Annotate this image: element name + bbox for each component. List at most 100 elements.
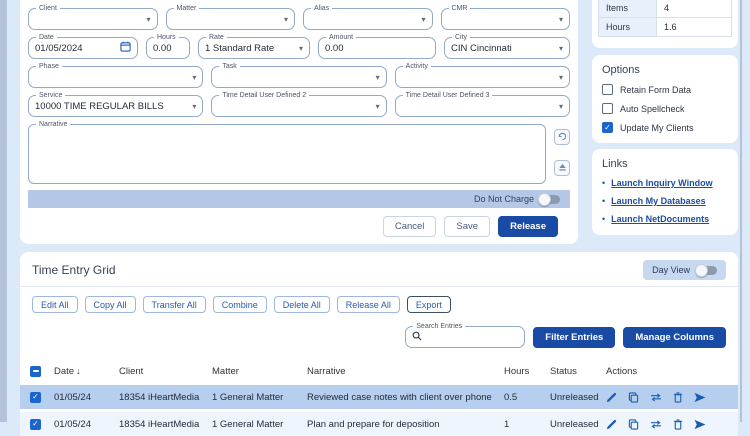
day-view-toggle[interactable] (697, 266, 717, 275)
time-entry-form: Client ▾ Matter ▾ Alias ▾ CMR ▾ Date (20, 0, 578, 244)
day-view-label: Day View (652, 265, 690, 275)
option-auto-spellcheck[interactable]: Auto Spellcheck (602, 103, 728, 114)
column-matter[interactable]: Matter (212, 366, 307, 377)
alias-label: Alias (311, 4, 332, 13)
column-actions: Actions (606, 366, 738, 377)
client-label: Client (36, 4, 60, 13)
transfer-all-button[interactable]: Transfer All (143, 296, 206, 313)
table-row[interactable]: 01/05/24 18354 iHeartMedia 1 General Mat… (20, 385, 738, 409)
hours-input[interactable] (153, 43, 183, 54)
edit-icon[interactable] (606, 392, 617, 403)
cmr-select[interactable]: CMR ▾ (441, 8, 571, 30)
udf3-select[interactable]: Time Detail User Defined 3 ▾ (395, 95, 570, 117)
narrative-input[interactable] (35, 129, 539, 181)
hours-label: Hours (154, 33, 179, 42)
calendar-icon[interactable] (120, 39, 131, 57)
select-all-checkbox[interactable] (30, 366, 41, 377)
form-row-1: Client ▾ Matter ▾ Alias ▾ CMR ▾ (28, 8, 570, 30)
amount-field[interactable]: Amount (318, 37, 436, 59)
chevron-down-icon: ▾ (417, 15, 425, 24)
upload-button[interactable] (554, 160, 570, 176)
link-launch-netdocuments[interactable]: Launch NetDocuments (611, 214, 709, 224)
matter-select[interactable]: Matter ▾ (166, 8, 296, 30)
search-input[interactable] (426, 332, 518, 343)
table-row[interactable]: 01/05/24 18354 iHeartMedia 1 General Mat… (20, 412, 738, 436)
option-label: Retain Form Data (620, 85, 691, 95)
delete-icon[interactable] (673, 392, 683, 403)
narrative-label: Narrative (36, 120, 70, 129)
save-button[interactable]: Save (444, 216, 490, 237)
city-label: City (452, 33, 470, 42)
client-select[interactable]: Client ▾ (28, 8, 158, 30)
link-launch-my-databases[interactable]: Launch My Databases (611, 196, 706, 206)
transfer-icon[interactable] (650, 420, 662, 429)
release-icon[interactable] (694, 392, 706, 403)
cell-status: Unreleased (550, 392, 606, 403)
manage-columns-button[interactable]: Manage Columns (623, 327, 726, 348)
udf2-label: Time Detail User Defined 2 (219, 91, 309, 100)
alias-select[interactable]: Alias ▾ (303, 8, 433, 30)
service-select[interactable]: Service 10000 TIME REGULAR BILLS ▾ (28, 95, 203, 117)
activity-select[interactable]: Activity ▾ (395, 66, 570, 88)
search-field[interactable]: Search Entries (405, 326, 525, 348)
amount-input[interactable] (325, 43, 429, 54)
export-button[interactable]: Export (407, 296, 451, 313)
cell-matter: 1 General Matter (212, 392, 307, 403)
narrative-field[interactable]: Narrative (28, 124, 546, 184)
column-status[interactable]: Status (550, 366, 606, 377)
combine-button[interactable]: Combine (213, 296, 267, 313)
search-label: Search Entries (413, 322, 465, 331)
release-all-button[interactable]: Release All (337, 296, 400, 313)
delete-icon[interactable] (673, 419, 683, 430)
form-actions: Cancel Save Release (28, 216, 570, 237)
chevron-down-icon: ▾ (142, 15, 150, 24)
history-button[interactable] (554, 129, 570, 145)
link-launch-inquiry-window[interactable]: Launch Inquiry Window (611, 178, 712, 188)
date-field[interactable]: Date (28, 37, 138, 59)
scrollbar[interactable] (740, 0, 742, 422)
checkbox-unchecked[interactable] (602, 84, 613, 95)
delete-all-button[interactable]: Delete All (274, 296, 330, 313)
copy-icon[interactable] (628, 392, 639, 403)
edit-all-button[interactable]: Edit All (32, 296, 78, 313)
release-icon[interactable] (694, 419, 706, 430)
link-row: • Launch My Databases (602, 196, 728, 206)
column-narrative[interactable]: Narrative (307, 366, 504, 377)
rate-select[interactable]: Rate 1 Standard Rate ▾ (198, 37, 310, 59)
filter-entries-button[interactable]: Filter Entries (533, 327, 615, 348)
upload-icon (558, 159, 567, 177)
option-update-my-clients[interactable]: Update My Clients (602, 122, 728, 133)
copy-all-button[interactable]: Copy All (85, 296, 136, 313)
edit-icon[interactable] (606, 419, 617, 430)
city-select[interactable]: City CIN Cincinnati ▾ (444, 37, 570, 59)
items-value: 4 (657, 0, 732, 18)
do-not-charge-toggle[interactable] (540, 195, 560, 204)
rate-value: 1 Standard Rate (205, 43, 295, 54)
option-retain-form-data[interactable]: Retain Form Data (602, 84, 728, 95)
chevron-down-icon: ▾ (295, 44, 303, 53)
cell-date: 01/05/24 (54, 419, 119, 430)
column-date[interactable]: Date↓ (54, 366, 119, 377)
date-input[interactable] (35, 43, 120, 54)
phase-select[interactable]: Phase ▾ (28, 66, 203, 88)
checkbox-unchecked[interactable] (602, 103, 613, 114)
row-checkbox[interactable] (30, 419, 41, 430)
udf2-select[interactable]: Time Detail User Defined 2 ▾ (211, 95, 386, 117)
window-edge (0, 0, 7, 422)
summary-table: Items 4 Hours 1.6 (598, 0, 732, 37)
row-checkbox[interactable] (30, 392, 41, 403)
service-value: 10000 TIME REGULAR BILLS (35, 101, 188, 112)
column-hours[interactable]: Hours (504, 366, 550, 377)
narrative-row: Narrative (28, 124, 570, 184)
day-view-control: Day View (643, 260, 726, 280)
release-button[interactable]: Release (498, 216, 558, 237)
cancel-button[interactable]: Cancel (383, 216, 437, 237)
hours-field[interactable]: Hours (146, 37, 190, 59)
copy-icon[interactable] (628, 419, 639, 430)
column-client[interactable]: Client (119, 366, 212, 377)
checkbox-checked[interactable] (602, 122, 613, 133)
chevron-down-icon: ▾ (280, 15, 288, 24)
cell-actions (606, 419, 738, 430)
task-select[interactable]: Task ▾ (211, 66, 386, 88)
transfer-icon[interactable] (650, 393, 662, 402)
